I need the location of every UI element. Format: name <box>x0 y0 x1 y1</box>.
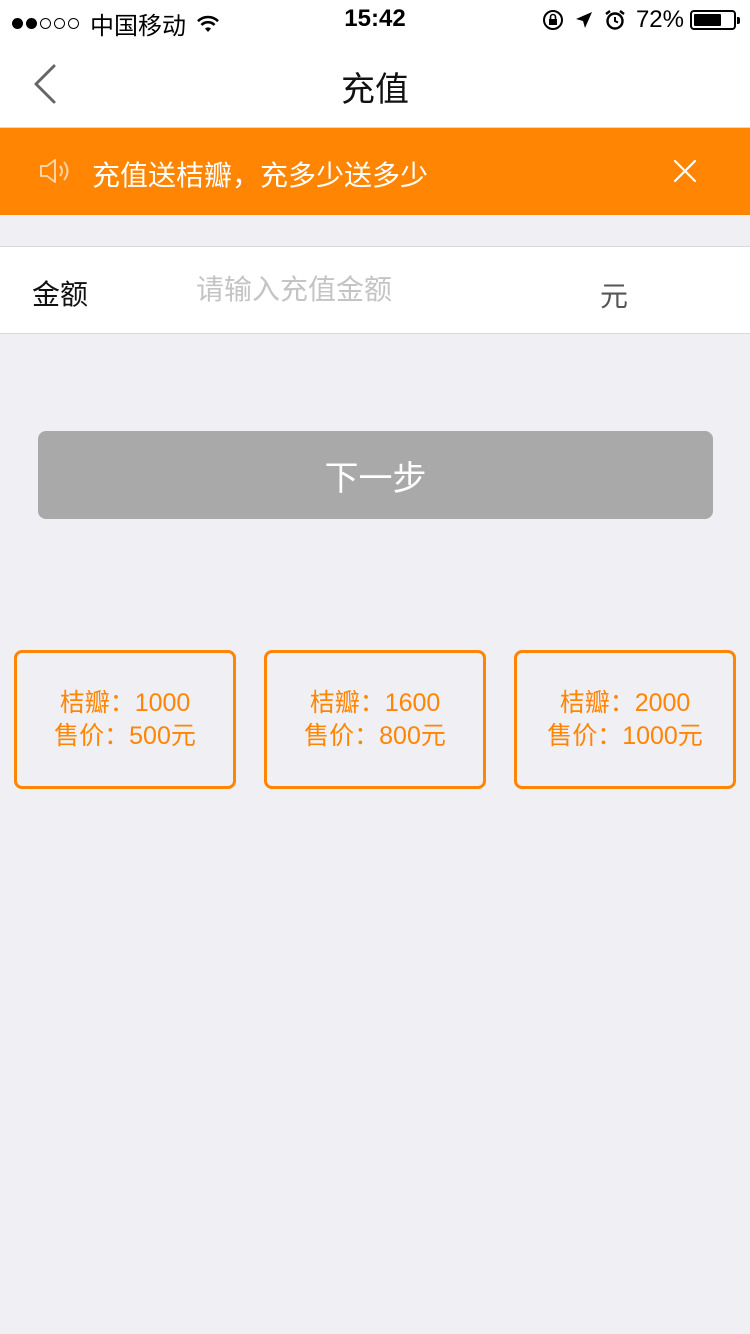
speaker-icon <box>40 159 69 183</box>
next-step-button[interactable]: 下一步 <box>38 431 713 519</box>
package-option[interactable]: 桔瓣：1000 售价：500元 <box>14 650 236 789</box>
status-bar: 中国移动 15:42 72% <box>0 0 750 40</box>
navigation-bar: 充值 <box>0 40 750 128</box>
close-icon[interactable] <box>672 158 698 184</box>
package-price: 售价：500元 <box>54 721 196 750</box>
battery-percent: 72% <box>635 6 684 33</box>
package-option[interactable]: 桔瓣：1600 售价：800元 <box>264 650 486 789</box>
package-price: 售价：1000元 <box>547 721 703 750</box>
promo-banner: 充值送桔瓣，充多少送多少 <box>0 128 750 215</box>
amount-input[interactable] <box>196 265 556 315</box>
package-petals: 桔瓣：1600 <box>309 688 441 717</box>
package-petals: 桔瓣：2000 <box>559 688 691 717</box>
page-title: 充值 <box>341 71 409 109</box>
battery-icon <box>690 10 740 30</box>
location-arrow-icon <box>575 12 592 28</box>
promo-message: 充值送桔瓣，充多少送多少 <box>92 160 429 191</box>
package-option[interactable]: 桔瓣：2000 售价：1000元 <box>514 650 736 789</box>
package-price: 售价：800元 <box>304 721 446 750</box>
amount-row: 金额 元 <box>0 246 750 334</box>
currency-unit: 元 <box>600 281 629 312</box>
rotation-lock-icon <box>542 10 563 30</box>
alarm-clock-icon <box>605 10 625 30</box>
status-right: 72% <box>542 6 740 34</box>
package-petals: 桔瓣：1000 <box>59 688 191 717</box>
amount-label: 金额 <box>32 279 89 310</box>
